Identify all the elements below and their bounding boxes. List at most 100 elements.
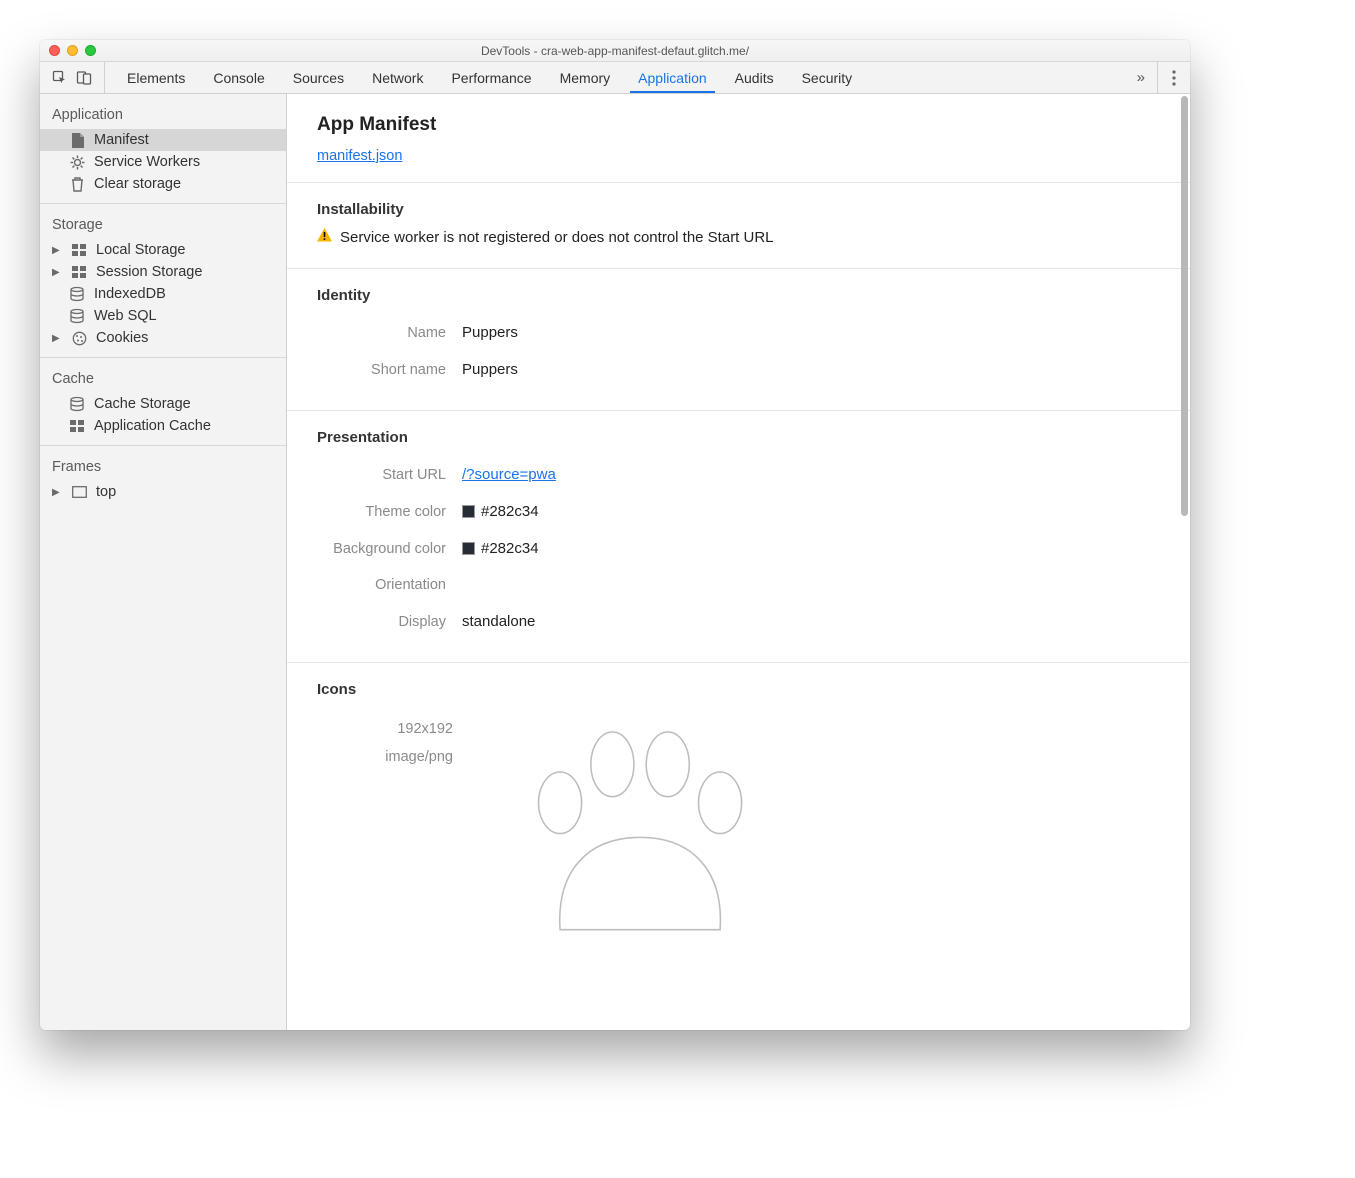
icon-preview — [477, 722, 797, 922]
icon-size: 192x192 — [317, 716, 453, 744]
start-url-link[interactable]: /?source=pwa — [462, 466, 556, 483]
presentation-section: Presentation Start URL /?source=pwa Them… — [287, 410, 1190, 662]
icons-section: Icons 192x192 image/png — [287, 662, 1190, 944]
device-toolbar-icon[interactable] — [76, 70, 92, 86]
field-value-short-name: Puppers — [462, 361, 518, 378]
sidebar-item-cookies[interactable]: ▶ Cookies — [40, 327, 286, 349]
settings-menu-button[interactable] — [1158, 62, 1190, 93]
field-value-display: standalone — [462, 613, 535, 630]
close-window-button[interactable] — [49, 45, 60, 56]
vertical-scrollbar[interactable] — [1181, 96, 1188, 516]
database-icon — [68, 397, 86, 412]
gear-icon — [68, 155, 86, 170]
sidebar-item-label: Cache Storage — [94, 396, 191, 412]
sidebar-item-label: top — [96, 484, 116, 500]
section-title: Presentation — [317, 429, 1160, 446]
sidebar-item-label: Manifest — [94, 132, 149, 148]
field-label-short-name: Short name — [317, 362, 462, 378]
manifest-panel: App Manifest manifest.json Installabilit… — [287, 94, 1190, 1030]
field-value-theme-color: #282c34 — [462, 503, 539, 520]
tab-application[interactable]: Application — [624, 62, 721, 93]
sidebar-item-indexeddb[interactable]: IndexedDB — [40, 283, 286, 305]
sidebar-item-label: Session Storage — [96, 264, 202, 280]
field-value-background-color: #282c34 — [462, 540, 539, 557]
section-title: Installability — [317, 201, 1160, 218]
more-tabs-button[interactable]: » — [1125, 62, 1158, 93]
panel-body: Application Manifest Service Workers Cle… — [40, 94, 1190, 1030]
icon-meta: 192x192 image/png — [317, 716, 453, 922]
sidebar-item-manifest[interactable]: Manifest — [40, 129, 286, 151]
inspect-element-icon[interactable] — [52, 70, 68, 86]
sidebar-item-top-frame[interactable]: ▶ top — [40, 481, 286, 503]
manifest-link[interactable]: manifest.json — [317, 148, 402, 164]
sidebar-item-cache-storage[interactable]: Cache Storage — [40, 393, 286, 415]
sidebar-section-frames: Frames — [40, 446, 286, 481]
expand-arrow-icon: ▶ — [52, 487, 62, 498]
sidebar-item-label: IndexedDB — [94, 286, 166, 302]
table-icon — [70, 244, 88, 256]
tab-network[interactable]: Network — [358, 62, 437, 93]
frame-icon — [70, 486, 88, 498]
section-title: Identity — [317, 287, 1160, 304]
application-sidebar: Application Manifest Service Workers Cle… — [40, 94, 287, 1030]
sidebar-item-session-storage[interactable]: ▶ Session Storage — [40, 261, 286, 283]
field-label-name: Name — [317, 325, 462, 341]
tab-memory[interactable]: Memory — [546, 62, 625, 93]
sidebar-item-web-sql[interactable]: Web SQL — [40, 305, 286, 327]
sidebar-item-label: Clear storage — [94, 176, 181, 192]
field-label-display: Display — [317, 614, 462, 630]
tab-elements[interactable]: Elements — [113, 62, 199, 93]
table-icon — [70, 266, 88, 278]
cookie-icon — [70, 331, 88, 346]
installability-section: Installability Service worker is not reg… — [287, 182, 1190, 268]
field-label-orientation: Orientation — [317, 577, 462, 593]
sidebar-item-local-storage[interactable]: ▶ Local Storage — [40, 239, 286, 261]
warning-text: Service worker is not registered or does… — [340, 229, 774, 246]
installability-warning: Service worker is not registered or does… — [317, 228, 1160, 246]
tab-audits[interactable]: Audits — [721, 62, 788, 93]
section-title: Icons — [317, 681, 1160, 698]
sidebar-item-application-cache[interactable]: Application Cache — [40, 415, 286, 437]
expand-arrow-icon: ▶ — [52, 333, 62, 344]
file-icon — [68, 133, 86, 148]
sidebar-item-label: Service Workers — [94, 154, 200, 170]
panel-header: App Manifest manifest.json — [287, 94, 1190, 182]
tab-performance[interactable]: Performance — [437, 62, 545, 93]
window-controls — [49, 45, 96, 56]
field-label-start-url: Start URL — [317, 467, 462, 483]
sidebar-section-storage: Storage — [40, 204, 286, 239]
theme-color-swatch — [462, 505, 475, 518]
devtools-toolbar: Elements Console Sources Network Perform… — [40, 62, 1190, 94]
tab-console[interactable]: Console — [199, 62, 278, 93]
icon-mime: image/png — [317, 744, 453, 772]
field-label-background-color: Background color — [317, 541, 462, 557]
zoom-window-button[interactable] — [85, 45, 96, 56]
sidebar-section-cache: Cache — [40, 358, 286, 393]
tab-sources[interactable]: Sources — [279, 62, 358, 93]
table-icon — [68, 420, 86, 432]
sidebar-item-label: Web SQL — [94, 308, 157, 324]
field-value-name: Puppers — [462, 324, 518, 341]
expand-arrow-icon: ▶ — [52, 267, 62, 278]
trash-icon — [68, 177, 86, 192]
minimize-window-button[interactable] — [67, 45, 78, 56]
database-icon — [68, 287, 86, 302]
sidebar-item-label: Cookies — [96, 330, 148, 346]
window-title: DevTools - cra-web-app-manifest-defaut.g… — [40, 44, 1190, 58]
sidebar-item-label: Application Cache — [94, 418, 211, 434]
devtools-tabs: Elements Console Sources Network Perform… — [105, 62, 866, 93]
sidebar-item-clear-storage[interactable]: Clear storage — [40, 173, 286, 195]
background-color-swatch — [462, 542, 475, 555]
sidebar-item-service-workers[interactable]: Service Workers — [40, 151, 286, 173]
devtools-window: DevTools - cra-web-app-manifest-defaut.g… — [40, 40, 1190, 1030]
toolbar-left-icons — [40, 62, 105, 93]
page-title: App Manifest — [317, 114, 1160, 136]
titlebar: DevTools - cra-web-app-manifest-defaut.g… — [40, 40, 1190, 62]
sidebar-item-label: Local Storage — [96, 242, 185, 258]
sidebar-section-application: Application — [40, 94, 286, 129]
tab-security[interactable]: Security — [788, 62, 867, 93]
identity-section: Identity Name Puppers Short name Puppers — [287, 268, 1190, 410]
warning-icon — [317, 228, 332, 246]
expand-arrow-icon: ▶ — [52, 245, 62, 256]
field-label-theme-color: Theme color — [317, 504, 462, 520]
